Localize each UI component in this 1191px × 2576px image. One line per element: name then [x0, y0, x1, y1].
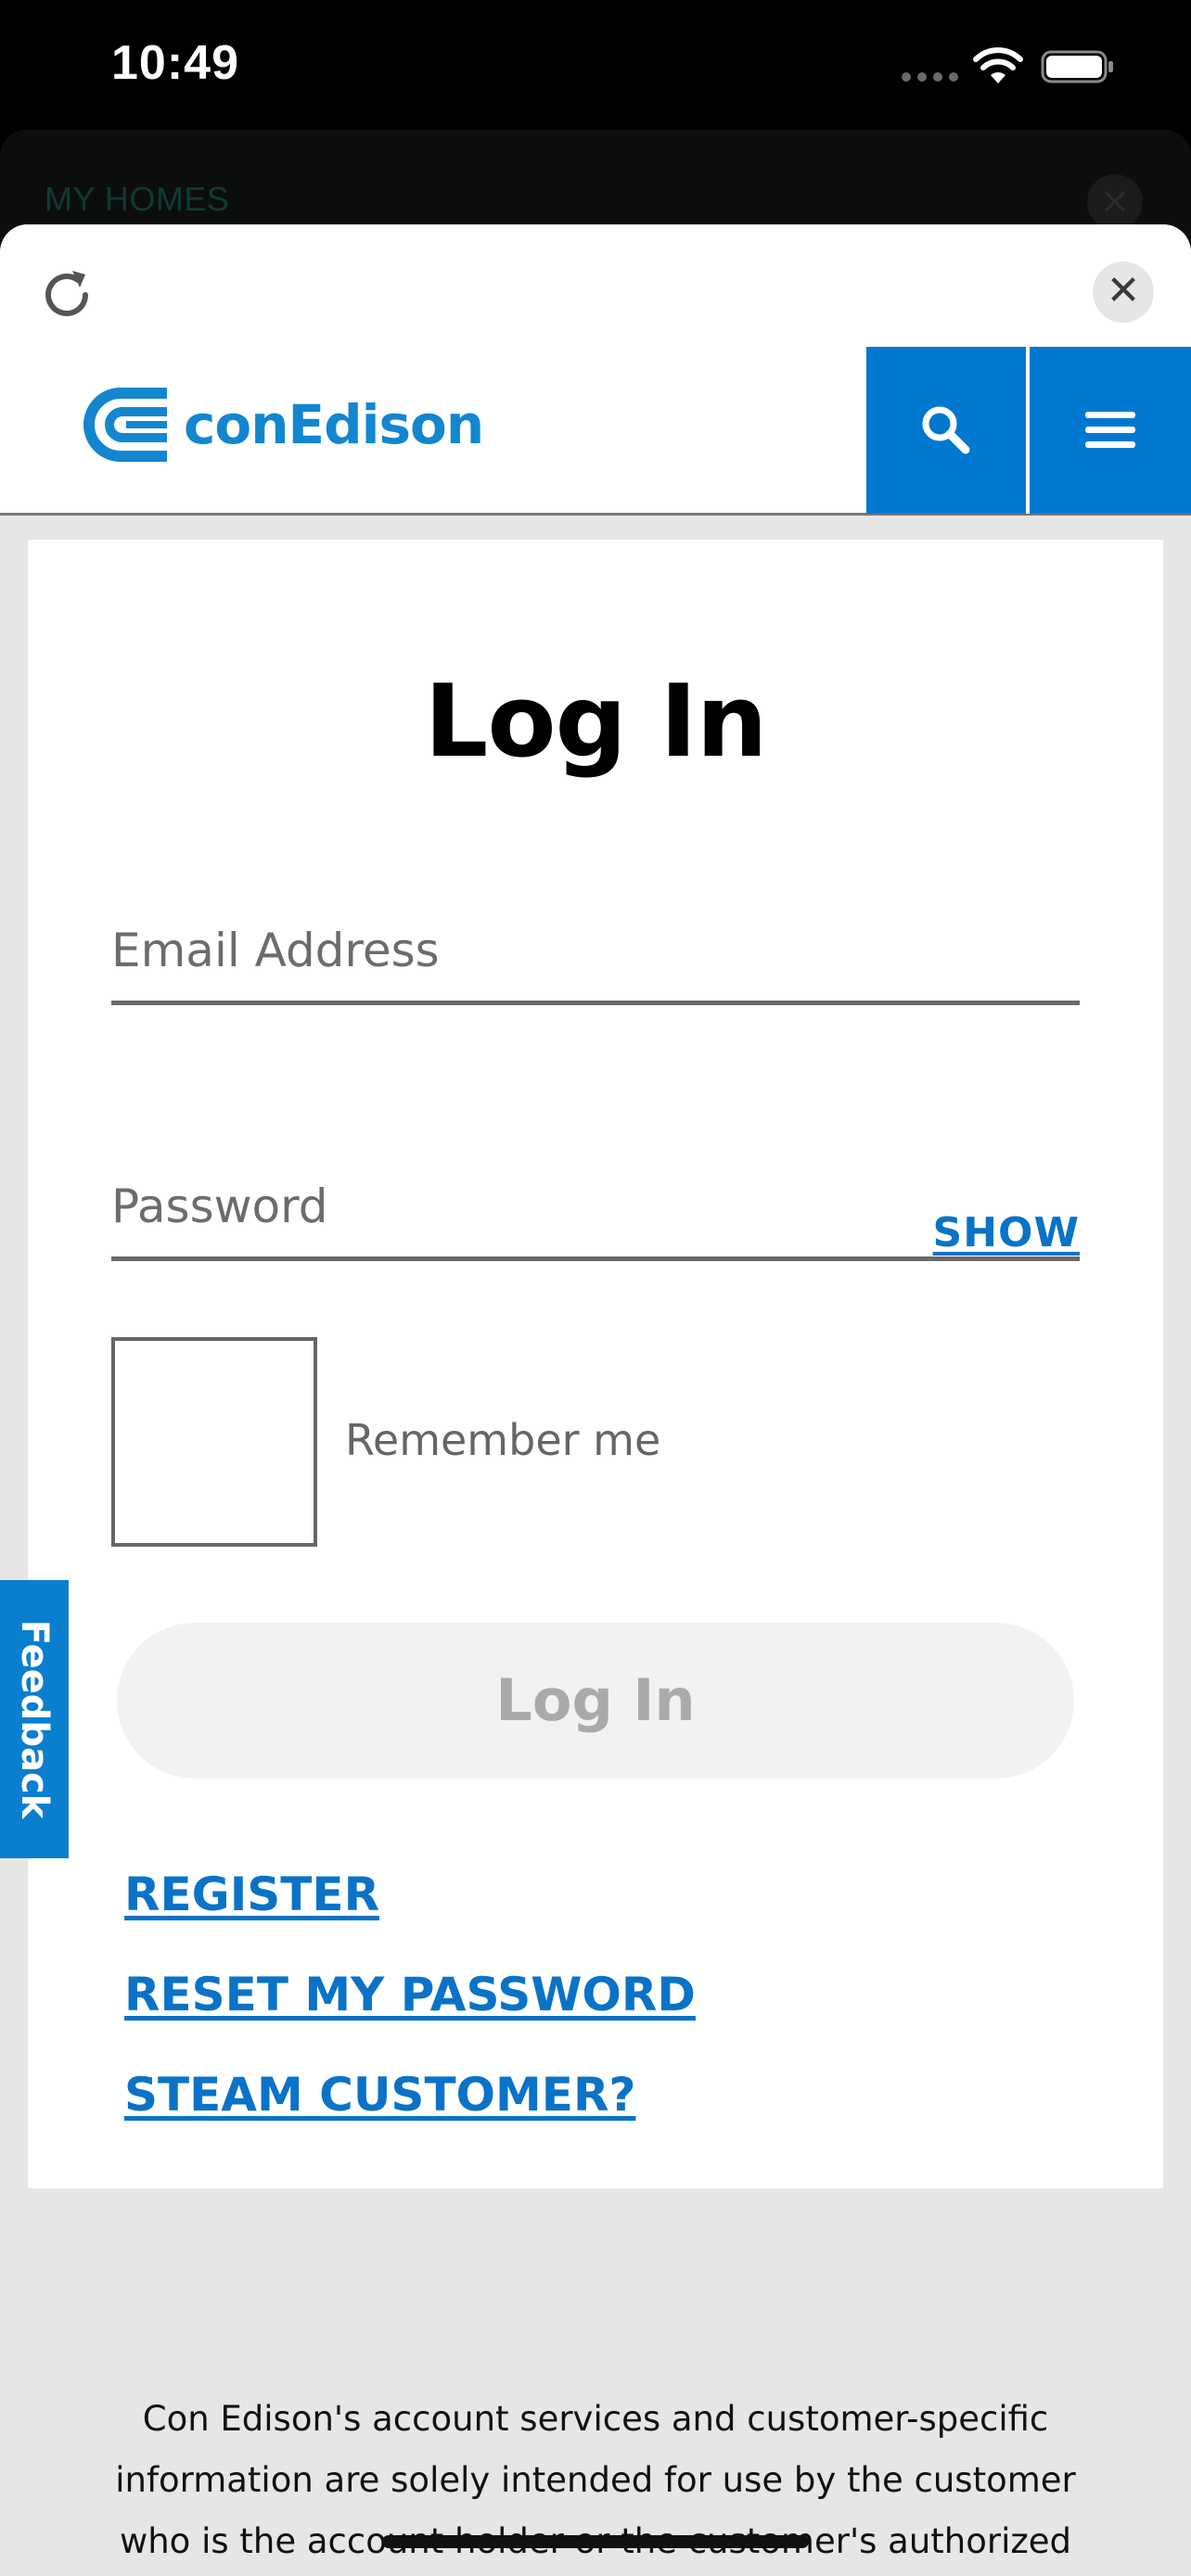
conedison-logo-mark-icon [83, 388, 167, 462]
search-button[interactable] [866, 347, 1026, 514]
search-icon [922, 406, 970, 454]
email-field[interactable]: Email Address [111, 894, 1080, 1005]
background-close-icon[interactable]: × [1087, 174, 1143, 230]
feedback-label: Feedback [13, 1619, 56, 1819]
reset-password-link[interactable]: RESET MY PASSWORD [124, 1968, 696, 2021]
cellular-signal-icon [902, 72, 958, 82]
logo-text: conEdison [184, 393, 484, 456]
remember-me-checkbox[interactable] [111, 1337, 317, 1547]
home-indicator[interactable] [382, 2535, 809, 2548]
menu-button[interactable] [1030, 347, 1191, 514]
register-link[interactable]: REGISTER [124, 1868, 379, 1921]
login-card: Log In Email Address Password SHOW Remem… [28, 540, 1163, 2188]
background-sheet-title: MY HOMES [45, 180, 230, 218]
steam-customer-link[interactable]: STEAM CUSTOMER? [124, 2068, 635, 2122]
remember-me-label: Remember me [345, 1415, 661, 1465]
close-icon[interactable]: ✕ [1093, 261, 1154, 323]
login-modal: ✕ conEdison Log In Email Address Passwor… [0, 224, 1191, 2576]
status-bar: 10:49 [0, 0, 1191, 130]
site-header: conEdison [0, 347, 1191, 516]
password-placeholder: Password [111, 1180, 328, 1233]
page-title: Log In [424, 664, 768, 780]
wifi-icon [973, 47, 1023, 83]
status-time: 10:49 [111, 36, 239, 90]
battery-icon [1041, 50, 1113, 83]
email-placeholder: Email Address [111, 924, 440, 977]
reload-icon[interactable] [37, 265, 96, 325]
feedback-tab[interactable]: Feedback [0, 1580, 69, 1858]
conedison-logo[interactable]: conEdison [82, 386, 484, 464]
password-field[interactable]: Password SHOW [111, 1150, 1080, 1261]
show-password-button[interactable]: SHOW [933, 1209, 1080, 1256]
login-button[interactable]: Log In [117, 1623, 1074, 1779]
modal-toolbar: ✕ [0, 224, 1191, 347]
hamburger-menu-icon [1085, 412, 1135, 448]
